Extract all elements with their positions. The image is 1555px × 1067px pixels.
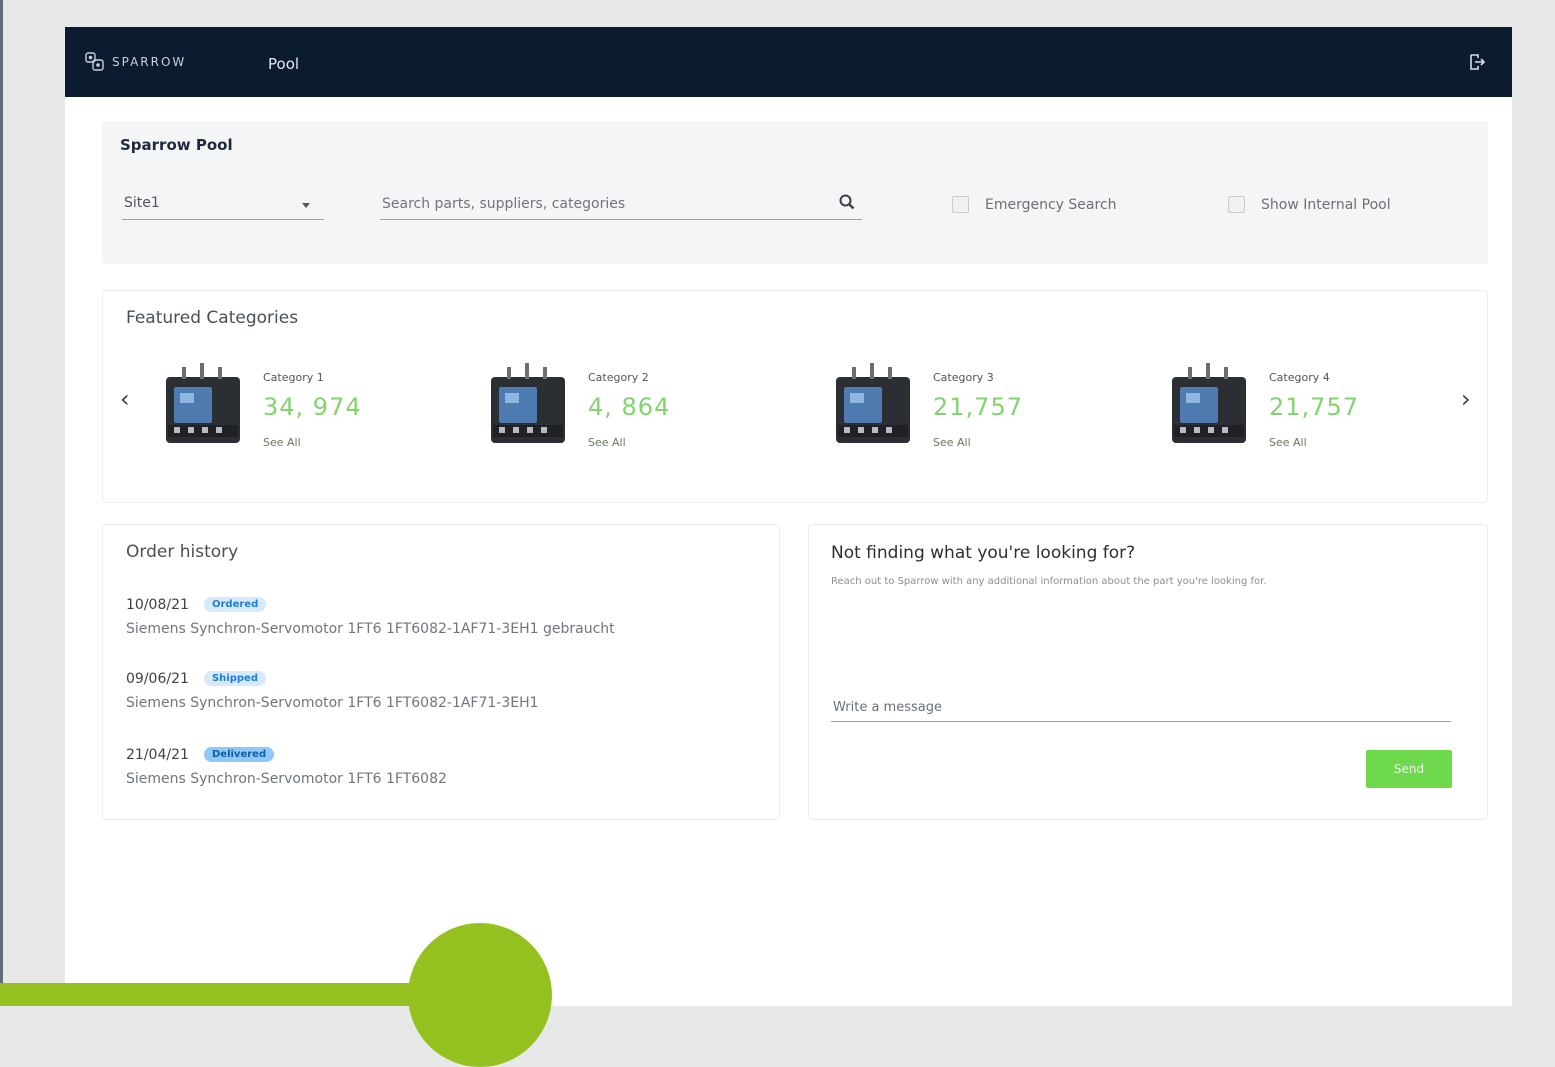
internal-pool-option[interactable]: Show Internal Pool — [1228, 196, 1391, 213]
product-image — [491, 363, 565, 443]
order-date: 21/04/21 — [126, 746, 189, 763]
chevron-right-icon[interactable]: › — [1461, 387, 1471, 411]
brand-logo[interactable]: SPARROW — [84, 51, 186, 73]
chevron-down-icon — [302, 203, 310, 208]
search-panel: Sparrow Pool Site1 Emergency Search Show… — [102, 121, 1488, 264]
send-button[interactable]: Send — [1366, 750, 1452, 788]
contact-title: Not finding what you're looking for? — [831, 543, 1136, 563]
status-badge: Ordered — [203, 597, 267, 612]
category-name: Category 3 — [933, 371, 994, 384]
see-all-link[interactable]: See All — [588, 436, 626, 449]
order-description: Siemens Synchron-Servomotor 1FT6 1FT6082 — [126, 771, 447, 787]
order-history: Order history 10/08/21 Ordered Siemens S… — [102, 524, 780, 820]
message-input[interactable] — [831, 695, 1445, 719]
featured-categories: Featured Categories ‹ › Category 1 34, 9… — [102, 290, 1488, 503]
contact-panel: Not finding what you're looking for? Rea… — [808, 524, 1488, 820]
category-name: Category 1 — [263, 371, 324, 384]
order-row[interactable]: 09/06/21 Shipped Siemens Synchron-Servom… — [126, 668, 539, 712]
brand-name: SPARROW — [112, 55, 187, 69]
product-image — [836, 363, 910, 443]
order-row[interactable]: 10/08/21 Ordered Siemens Synchron-Servom… — [126, 594, 615, 638]
internal-pool-checkbox[interactable] — [1228, 196, 1245, 213]
decorative-circle — [408, 923, 552, 1067]
order-description: Siemens Synchron-Servomotor 1FT6 1FT6082… — [126, 695, 539, 711]
search-icon[interactable] — [838, 193, 856, 211]
product-image — [166, 363, 240, 443]
see-all-link[interactable]: See All — [1269, 436, 1307, 449]
logout-icon[interactable] — [1468, 53, 1486, 71]
order-date: 10/08/21 — [126, 596, 189, 613]
category-card[interactable]: Category 1 34, 974 See All — [160, 357, 420, 457]
category-count: 4, 864 — [588, 393, 671, 421]
chevron-left-icon[interactable]: ‹ — [120, 387, 130, 411]
order-date: 09/06/21 — [126, 670, 189, 687]
panel-title: Sparrow Pool — [120, 136, 233, 154]
category-card[interactable]: Category 2 4, 864 See All — [485, 357, 745, 457]
category-count: 21,757 — [1269, 393, 1359, 421]
site-select[interactable]: Site1 — [122, 189, 324, 220]
contact-subtitle: Reach out to Sparrow with any additional… — [831, 576, 1267, 587]
emergency-search-label: Emergency Search — [985, 196, 1117, 213]
order-history-title: Order history — [126, 542, 239, 562]
site-select-value: Site1 — [124, 195, 160, 211]
search-field — [380, 189, 862, 220]
category-count: 21,757 — [933, 393, 1023, 421]
category-name: Category 2 — [588, 371, 649, 384]
status-badge: Delivered — [203, 747, 275, 762]
app-window: SPARROW Pool Sparrow Pool Site1 Emergenc… — [65, 27, 1512, 1006]
status-badge: Shipped — [203, 671, 266, 686]
category-name: Category 4 — [1269, 371, 1330, 384]
order-row[interactable]: 21/04/21 Delivered Siemens Synchron-Serv… — [126, 744, 447, 788]
emergency-search-checkbox[interactable] — [952, 196, 969, 213]
emergency-search-option[interactable]: Emergency Search — [952, 196, 1117, 213]
category-card[interactable]: Category 3 21,757 See All — [830, 357, 1090, 457]
category-card[interactable]: Category 4 21,757 See All — [1166, 357, 1426, 457]
order-description: Siemens Synchron-Servomotor 1FT6 1FT6082… — [126, 621, 615, 637]
nav-page-title[interactable]: Pool — [268, 55, 299, 73]
window-edge — [0, 0, 3, 1006]
featured-title: Featured Categories — [126, 308, 299, 328]
search-input[interactable] — [380, 193, 824, 215]
category-count: 34, 974 — [263, 393, 362, 421]
see-all-link[interactable]: See All — [263, 436, 301, 449]
top-navbar: SPARROW Pool — [65, 27, 1512, 97]
message-field — [831, 693, 1451, 722]
sparrow-logo-icon — [85, 52, 104, 71]
see-all-link[interactable]: See All — [933, 436, 971, 449]
product-image — [1172, 363, 1246, 443]
internal-pool-label: Show Internal Pool — [1261, 196, 1391, 213]
